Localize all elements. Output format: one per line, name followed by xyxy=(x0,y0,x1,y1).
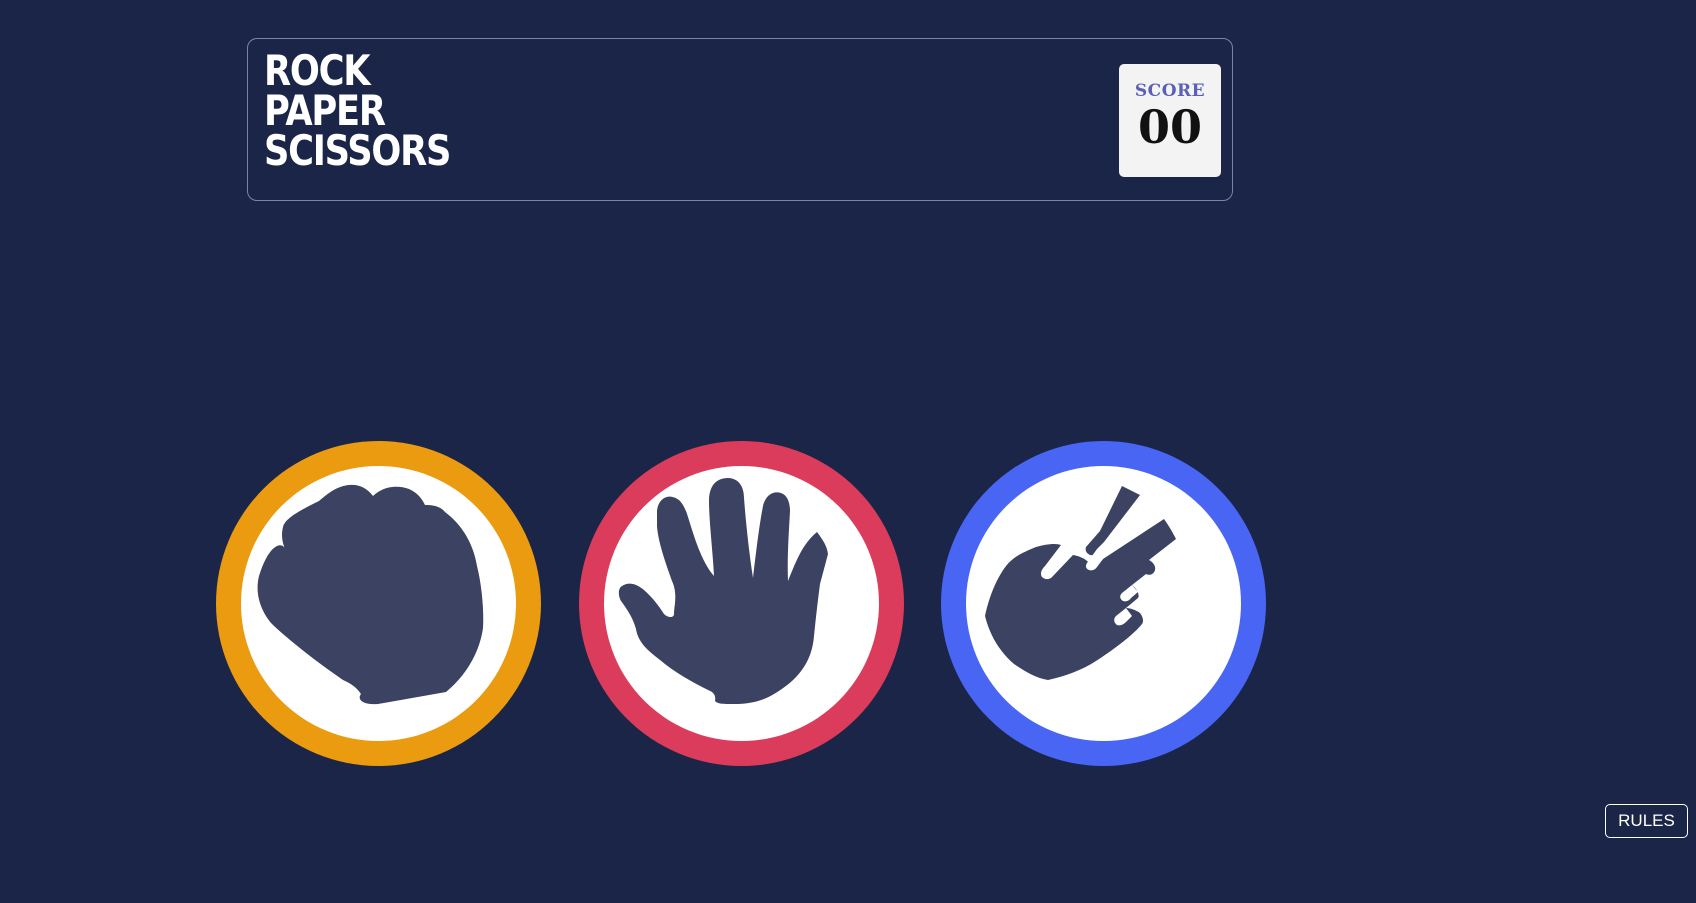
paper-choice-button[interactable] xyxy=(579,441,904,766)
score-label: SCORE xyxy=(1134,81,1206,101)
scissors-choice-button[interactable] xyxy=(941,441,1266,766)
title-line-paper: PAPER xyxy=(264,86,386,135)
rock-hand-icon xyxy=(257,484,484,705)
title-line-scissors: SCISSORS xyxy=(264,126,451,175)
game-title: ROCK PAPER SCISSORS xyxy=(264,46,451,175)
score-box: SCORE 00 xyxy=(1119,64,1221,177)
score-value: 00 xyxy=(1137,100,1202,154)
rules-button[interactable]: RULES xyxy=(1605,804,1688,838)
scissors-choice-face xyxy=(966,466,1241,741)
paper-hand-icon xyxy=(618,478,828,704)
rock-choice-face xyxy=(241,466,516,741)
title-line-rock: ROCK xyxy=(264,46,371,95)
rock-choice-button[interactable] xyxy=(216,441,541,766)
paper-choice-face xyxy=(604,466,879,741)
game-header: ROCK PAPER SCISSORS SCORE 00 xyxy=(247,38,1233,201)
scissors-hand-icon xyxy=(985,486,1176,680)
